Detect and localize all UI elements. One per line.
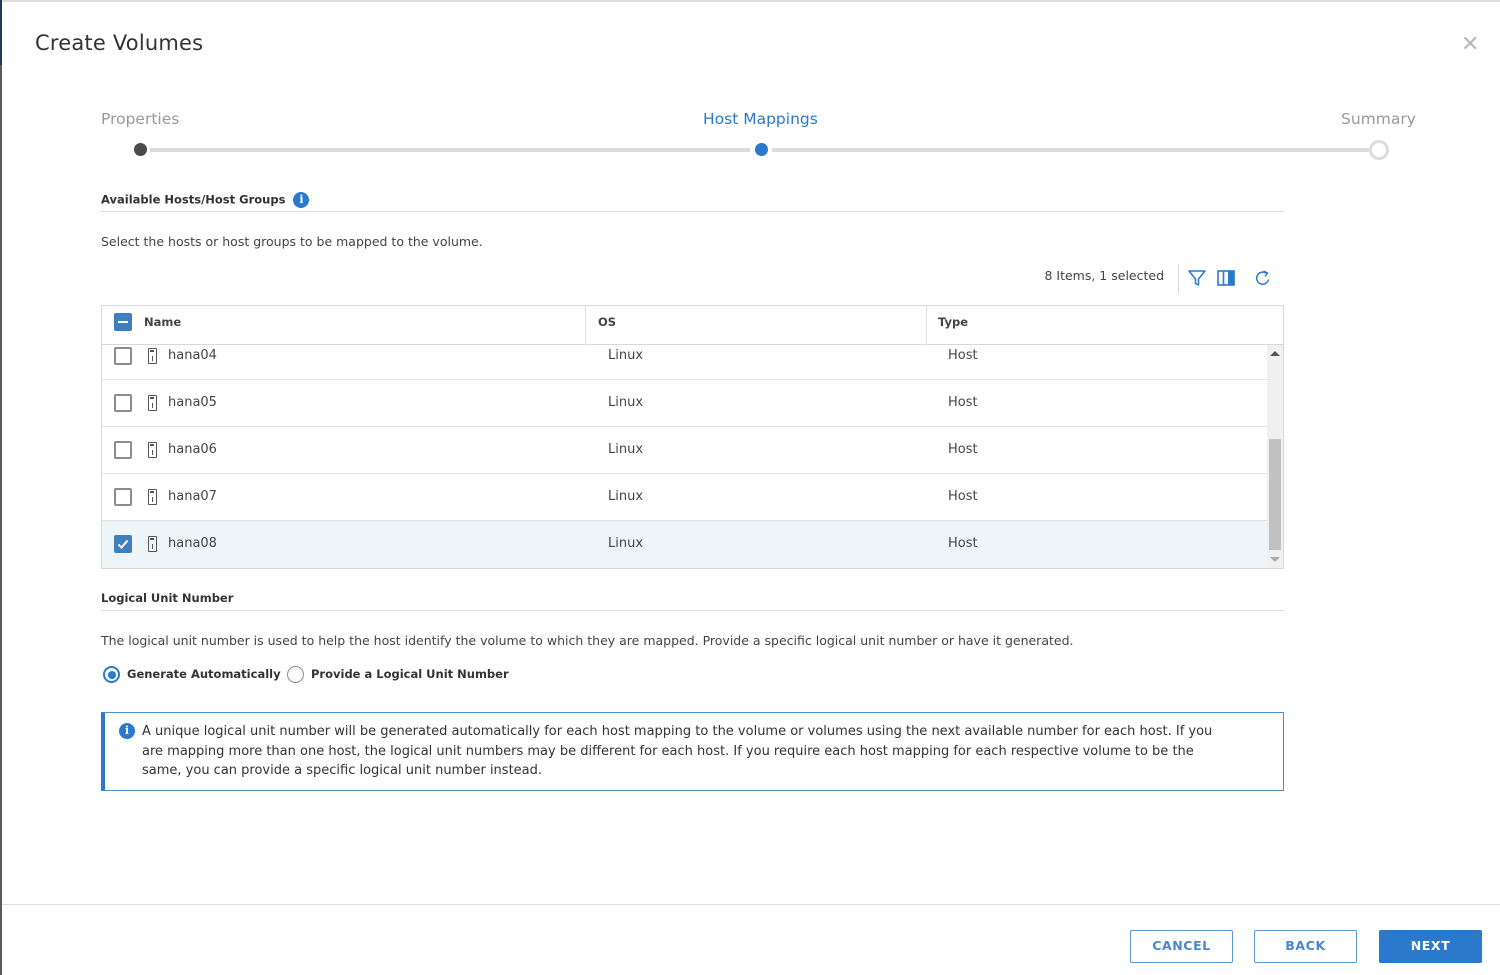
table-row[interactable]: hana06 Linux Host <box>102 427 1267 474</box>
filter-icon[interactable] <box>1187 268 1207 288</box>
section-divider <box>101 211 1284 212</box>
host-type: Host <box>948 442 978 457</box>
step-summary: Summary <box>1341 110 1416 128</box>
host-icon <box>148 442 157 458</box>
host-name: hana08 <box>168 536 217 551</box>
host-icon <box>148 348 157 364</box>
info-icon[interactable]: i <box>293 192 310 208</box>
grid-scrollbar[interactable] <box>1267 345 1283 568</box>
window-left-border <box>0 0 2 975</box>
host-name: hana06 <box>168 442 217 457</box>
next-button[interactable]: NEXT <box>1379 930 1482 963</box>
columns-icon[interactable] <box>1216 268 1236 288</box>
window-top-border <box>0 0 1500 2</box>
back-button[interactable]: BACK <box>1254 930 1357 963</box>
section-divider <box>101 610 1284 611</box>
table-row[interactable]: hana05 Linux Host <box>102 380 1267 427</box>
host-os: Linux <box>608 489 644 504</box>
host-icon <box>148 395 157 411</box>
scrollbar-thumb[interactable] <box>1269 439 1281 550</box>
hosts-description: Select the hosts or host groups to be ma… <box>101 234 483 249</box>
table-row[interactable]: hana07 Linux Host <box>102 474 1267 521</box>
hosts-section-title-text: Available Hosts/Host Groups <box>101 192 286 207</box>
host-name: hana04 <box>168 348 217 363</box>
host-os: Linux <box>608 442 644 457</box>
host-os: Linux <box>608 536 644 551</box>
radio-label-generate-automatically[interactable]: Generate Automatically <box>127 667 281 681</box>
radio-label-provide-lun[interactable]: Provide a Logical Unit Number <box>311 667 509 681</box>
row-checkbox-checked[interactable] <box>114 535 132 553</box>
host-os: Linux <box>608 395 644 410</box>
host-type: Host <box>948 489 978 504</box>
close-icon[interactable]: ✕ <box>1461 33 1479 57</box>
step-track-1 <box>150 148 750 152</box>
step-dot-completed <box>134 143 147 156</box>
indeterminate-mark <box>118 321 128 323</box>
table-row-selected[interactable]: hana08 Linux Host <box>102 521 1267 568</box>
lun-section-title: Logical Unit Number <box>101 591 234 605</box>
row-checkbox[interactable] <box>114 347 132 365</box>
hosts-section-title: Available Hosts/Host Groups i <box>101 192 310 208</box>
info-alert: i A unique logical unit number will be g… <box>101 712 1284 791</box>
dialog-title: Create Volumes <box>35 31 204 55</box>
cancel-button[interactable]: CANCEL <box>1130 930 1233 963</box>
host-name: hana05 <box>168 395 217 410</box>
items-count: 8 Items, 1 selected <box>1044 268 1164 283</box>
host-type: Host <box>948 536 978 551</box>
radio-generate-automatically[interactable] <box>103 666 120 683</box>
checkmark-icon <box>117 539 129 549</box>
host-icon <box>148 536 157 552</box>
row-checkbox[interactable] <box>114 441 132 459</box>
grid-toolbar: 8 Items, 1 selected <box>1000 264 1284 294</box>
window-left-accent <box>0 0 2 65</box>
scroll-up-arrow-icon[interactable] <box>1270 351 1280 356</box>
row-checkbox[interactable] <box>114 488 132 506</box>
alert-text: A unique logical unit number will be gen… <box>142 724 1213 778</box>
select-all-checkbox[interactable] <box>114 313 132 331</box>
host-name: hana07 <box>168 489 217 504</box>
radio-provide-lun[interactable] <box>287 666 304 683</box>
step-dot-pending <box>1369 140 1389 160</box>
refresh-icon[interactable] <box>1253 268 1273 288</box>
footer-divider <box>2 904 1500 905</box>
step-properties[interactable]: Properties <box>101 110 179 128</box>
row-checkbox[interactable] <box>114 394 132 412</box>
host-icon <box>148 489 157 505</box>
toolbar-separator <box>1178 264 1179 294</box>
step-track-2 <box>772 148 1370 152</box>
info-icon: i <box>119 723 135 739</box>
lun-description: The logical unit number is used to help … <box>101 633 1074 648</box>
scroll-down-arrow-icon[interactable] <box>1270 557 1280 562</box>
step-dot-active <box>755 143 768 156</box>
step-host-mappings: Host Mappings <box>703 110 818 128</box>
table-row[interactable]: hana04 Linux Host <box>102 332 1267 380</box>
host-type: Host <box>948 348 978 363</box>
host-os: Linux <box>608 348 644 363</box>
hosts-grid: Name OS Type hana04 Linux Host hana05 Li… <box>101 305 1284 569</box>
host-type: Host <box>948 395 978 410</box>
